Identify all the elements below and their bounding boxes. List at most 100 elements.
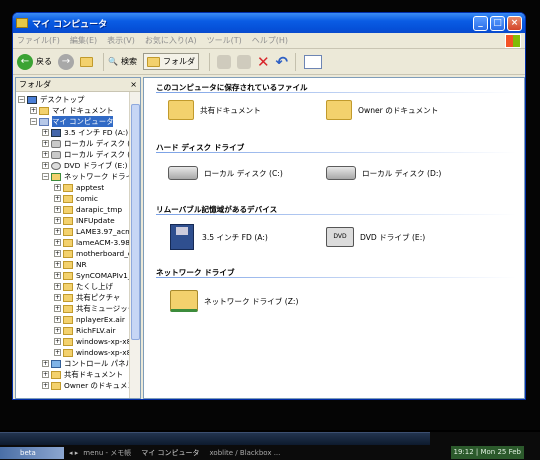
expand-icon[interactable]: + — [42, 140, 49, 147]
tree-item-folder[interactable]: + SynCOMAPIv1_0[1] — [54, 270, 140, 281]
expand-icon[interactable]: + — [54, 250, 61, 257]
collapse-icon[interactable]: − — [30, 118, 37, 125]
scrollbar-thumb[interactable] — [131, 104, 140, 340]
expand-icon[interactable]: + — [54, 349, 61, 356]
search-button[interactable]: 🔍 検索 — [108, 56, 137, 67]
tree-label: マイ ドキュメント — [52, 106, 114, 115]
expand-icon[interactable]: + — [54, 217, 61, 224]
expand-icon[interactable]: + — [54, 283, 61, 290]
expand-icon[interactable]: + — [54, 239, 61, 246]
folder-icon — [63, 216, 73, 225]
tree-item-floppy[interactable]: + 3.5 インチ FD (A:) — [42, 127, 128, 138]
expand-icon[interactable]: + — [30, 107, 37, 114]
item-local-disk-d[interactable]: ローカル ディスク (D:) — [326, 166, 441, 180]
expand-icon[interactable]: + — [42, 151, 49, 158]
tree-item-owner-documents[interactable]: + Owner のドキュメント — [42, 380, 140, 391]
task-xoblite[interactable]: xoblite / Blackbox ... — [209, 449, 280, 457]
start-button[interactable]: beta — [0, 447, 64, 459]
tree-item-my-documents[interactable]: + マイ ドキュメント — [30, 105, 113, 116]
menu-tools[interactable]: ツール(T) — [207, 35, 242, 46]
task-my-computer[interactable]: マイ コンピュータ — [141, 448, 199, 458]
tree-item-folder[interactable]: + 共有ピクチャ — [54, 292, 120, 303]
maximize-button[interactable]: □ — [490, 15, 505, 31]
expand-icon[interactable]: + — [54, 272, 61, 279]
expand-icon[interactable]: + — [54, 228, 61, 235]
tree-item-folder[interactable]: + lameACM-3.98b3[1] — [54, 237, 140, 248]
expand-icon[interactable]: + — [42, 382, 49, 389]
expand-icon[interactable]: + — [54, 195, 61, 202]
menu-file[interactable]: ファイル(F) — [17, 35, 60, 46]
item-dvd[interactable]: DVD DVD ドライブ (E:) — [326, 227, 425, 247]
views-icon[interactable] — [304, 54, 323, 69]
tree-item-local-disk-d[interactable]: + ローカル ディスク (D:) — [42, 149, 140, 160]
tree-item-folder[interactable]: + nplayerEx.air — [54, 314, 125, 325]
tree-item-folder[interactable]: + comic — [54, 193, 98, 204]
tree-item-network-drive[interactable]: − ネットワーク ドライブ (Z:) — [42, 171, 140, 182]
expand-icon[interactable]: + — [42, 360, 49, 367]
expand-icon[interactable]: + — [42, 162, 49, 169]
group-divider — [156, 214, 516, 215]
expand-icon[interactable]: + — [42, 371, 49, 378]
tree-item-folder[interactable]: + motherboard_driver_c — [54, 248, 140, 259]
tree-item-shared-documents[interactable]: + 共有ドキュメント — [42, 369, 123, 380]
expand-icon[interactable]: + — [54, 338, 61, 345]
close-button[interactable]: × — [507, 15, 522, 31]
move-to-icon[interactable] — [216, 54, 231, 69]
expand-icon[interactable]: + — [54, 294, 61, 301]
tree-item-folder[interactable]: + windows-xp-x86-en — [54, 336, 140, 347]
expand-icon[interactable]: + — [54, 206, 61, 213]
expand-icon[interactable]: + — [54, 316, 61, 323]
menu-edit[interactable]: 編集(E) — [70, 35, 97, 46]
tree-item-folder[interactable]: + INFUpdate — [54, 215, 115, 226]
tree-item-my-computer[interactable]: − マイ コンピュータ — [30, 116, 114, 127]
tree-item-local-disk-c[interactable]: + ローカル ディスク (C:) — [42, 138, 140, 149]
tree-item-folder[interactable]: + NR — [54, 259, 87, 270]
tree-label: たくし上げ — [76, 282, 113, 291]
expand-icon[interactable]: + — [54, 261, 61, 268]
forward-button[interactable]: → — [58, 53, 74, 70]
copy-to-icon[interactable] — [236, 54, 251, 69]
group-divider — [156, 152, 516, 153]
item-shared-documents[interactable]: 共有ドキュメント — [168, 100, 261, 120]
tree-item-folder[interactable]: + darapic_tmp — [54, 204, 122, 215]
tree-item-folder[interactable]: + LAME3.97_acm[1] — [54, 226, 140, 237]
minimize-button[interactable]: _ — [473, 15, 488, 31]
expand-icon[interactable]: + — [54, 184, 61, 191]
collapse-icon[interactable]: − — [18, 96, 25, 103]
tree-item-folder[interactable]: + apptest — [54, 182, 104, 193]
back-button[interactable]: ← 戻る — [17, 53, 52, 70]
tree-item-folder[interactable]: + 共有ミュージック — [54, 303, 135, 314]
collapse-icon[interactable]: − — [42, 173, 49, 180]
item-floppy[interactable]: 3.5 インチ FD (A:) — [170, 224, 268, 250]
content-pane: このコンピュータに保存されているファイル 共有ドキュメント Owner のドキュ… — [143, 77, 525, 399]
menu-view[interactable]: 表示(V) — [107, 35, 135, 46]
item-network-drive[interactable]: ネットワーク ドライブ (Z:) — [170, 290, 298, 312]
explorer-window[interactable]: マイ コンピュータ _ □ × ファイル(F) 編集(E) 表示(V) お気に入… — [12, 12, 526, 400]
tree-item-folder[interactable]: + たくし上げ — [54, 281, 113, 292]
workspace-arrows-icon[interactable]: ◂ ▸ — [69, 449, 78, 457]
item-local-disk-c[interactable]: ローカル ディスク (C:) — [168, 166, 283, 180]
close-pane-icon[interactable]: × — [130, 80, 137, 89]
up-folder-button[interactable] — [80, 56, 93, 67]
item-label: 共有ドキュメント — [200, 105, 261, 115]
tree-item-desktop[interactable]: − デスクトップ — [18, 94, 84, 105]
tree-item-folder[interactable]: + windows-xp-x86-jpn — [54, 347, 140, 358]
expand-icon[interactable]: + — [42, 129, 49, 136]
title-bar[interactable]: マイ コンピュータ _ □ × — [13, 13, 525, 33]
tree-label: 共有ミュージック — [76, 304, 135, 313]
tree-item-dvd[interactable]: + DVD ドライブ (E:) — [42, 160, 128, 171]
delete-icon[interactable]: ✕ — [257, 53, 270, 71]
tree-label: 3.5 インチ FD (A:) — [64, 128, 129, 137]
menu-favorites[interactable]: お気に入り(A) — [145, 35, 197, 46]
undo-icon[interactable]: ↶ — [276, 53, 289, 71]
item-owner-documents[interactable]: Owner のドキュメント — [326, 100, 438, 120]
expand-icon[interactable]: + — [54, 305, 61, 312]
clock[interactable]: 19:12 | Mon 25 Feb — [450, 446, 524, 459]
tree-item-control-panel[interactable]: + コントロール パネル — [42, 358, 133, 369]
vertical-scrollbar[interactable] — [129, 92, 140, 398]
menu-help[interactable]: ヘルプ(H) — [252, 35, 288, 46]
expand-icon[interactable]: + — [54, 327, 61, 334]
folders-button[interactable]: フォルダ — [142, 53, 199, 70]
tree-item-folder[interactable]: + RichFLV.air — [54, 325, 116, 336]
task-notepad[interactable]: menu - メモ帳 — [83, 448, 131, 458]
